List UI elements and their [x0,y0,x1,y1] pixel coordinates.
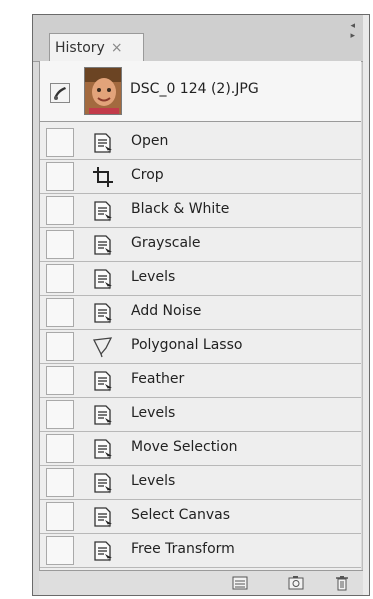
document-icon [94,303,112,324]
history-brush-source-box[interactable] [46,264,74,293]
document-icon [94,507,112,528]
history-state-label: Grayscale [131,235,201,251]
history-state-label: Levels [131,269,176,285]
history-state-row[interactable]: Free Transform [40,534,361,568]
history-brush-source-box[interactable] [46,502,74,531]
history-state-row[interactable]: Crop [40,160,361,194]
history-state-row[interactable]: Grayscale [40,228,361,262]
document-icon [94,235,112,256]
tab-history-label: History [55,39,105,56]
history-state-label: Polygonal Lasso [131,337,243,353]
document-icon [94,371,112,392]
snapshot-row[interactable]: DSC_0 124 (2).JPG [40,61,361,122]
history-state-label: Add Noise [131,303,202,319]
document-icon [94,541,112,562]
history-state-row[interactable]: Levels [40,466,361,500]
history-brush-source-box[interactable] [46,162,74,191]
history-state-row[interactable]: Add Noise [40,296,361,330]
tab-bar: History × ◂ ▸ [33,15,363,62]
history-brush-source-box[interactable] [46,366,74,395]
history-state-row[interactable]: Move Selection [40,432,361,466]
history-state-row[interactable]: Levels [40,398,361,432]
new-document-from-state-icon[interactable] [231,575,249,591]
document-icon [94,269,112,290]
history-state-label: Levels [131,473,176,489]
history-brush-source-icon[interactable] [50,83,70,103]
polygonal-lasso-icon [93,337,113,358]
history-state-label: Black & White [131,201,230,217]
new-snapshot-icon[interactable] [287,575,305,591]
history-brush-source-box[interactable] [46,468,74,497]
history-state-label: Free Transform [131,541,235,557]
history-state-row[interactable]: Black & White [40,194,361,228]
history-brush-source-box[interactable] [46,536,74,565]
history-brush-source-box[interactable] [46,400,74,429]
panel-footer [39,570,363,595]
tab-history[interactable]: History × [49,33,144,61]
document-icon [94,201,112,222]
panel-menu-icon[interactable]: ◂ ▸ [350,21,355,41]
history-state-row[interactable]: Open [40,126,361,160]
history-panel: History × ◂ ▸ DSC_0 124 (2).JPG Open Cro… [32,14,370,596]
history-brush-source-box[interactable] [46,298,74,327]
history-state-row[interactable]: Select Canvas [40,500,361,534]
history-state-row[interactable]: Feather [40,364,361,398]
history-state-row[interactable]: Polygonal Lasso [40,330,361,364]
history-brush-source-box[interactable] [46,196,74,225]
history-state-label: Select Canvas [131,507,231,523]
trash-icon[interactable] [333,575,351,591]
history-state-label: Feather [131,371,185,387]
history-state-row[interactable]: Levels [40,262,361,296]
history-state-label: Move Selection [131,439,238,455]
snapshot-thumbnail [84,67,122,115]
crop-icon [93,167,113,187]
history-brush-source-box[interactable] [46,230,74,259]
close-icon[interactable]: × [111,40,123,56]
history-state-label: Crop [131,167,164,183]
history-brush-source-box[interactable] [46,332,74,361]
document-icon [94,439,112,460]
snapshot-name: DSC_0 124 (2).JPG [130,81,259,97]
history-state-label: Levels [131,405,176,421]
document-icon [94,133,112,154]
history-brush-source-box[interactable] [46,128,74,157]
history-brush-source-box[interactable] [46,434,74,463]
history-list-panel: DSC_0 124 (2).JPG Open Crop Black & White G… [39,61,361,589]
history-state-label: Open [131,133,169,149]
history-states-list: Open Crop Black & White Grayscale Levels Add … [40,126,361,568]
document-icon [94,473,112,494]
panel-edge [362,15,369,595]
document-icon [94,405,112,426]
